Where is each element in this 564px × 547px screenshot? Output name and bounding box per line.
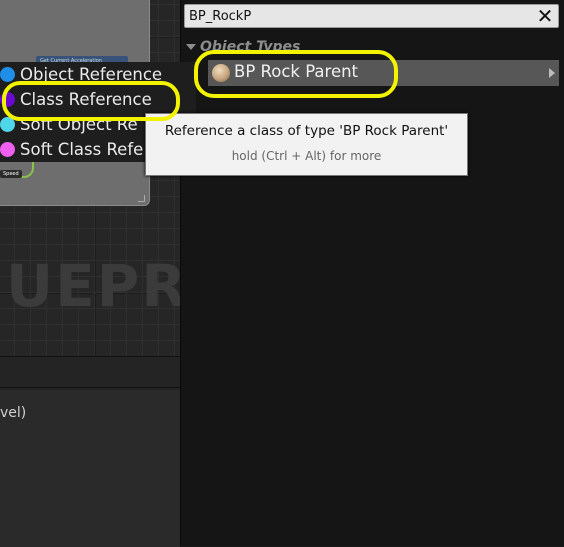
chevron-right-icon[interactable]	[549, 68, 555, 78]
close-icon[interactable]: ✕	[535, 5, 555, 27]
tooltip: Reference a class of type 'BP Rock Paren…	[145, 113, 468, 176]
resize-handle-icon[interactable]	[138, 195, 145, 202]
category-header[interactable]: Object Types	[186, 39, 300, 55]
details-text: vel)	[0, 405, 27, 421]
tooltip-main-text: Reference a class of type 'BP Rock Paren…	[164, 123, 449, 139]
search-field[interactable]: ✕	[184, 4, 559, 28]
details-panel: vel)	[0, 356, 180, 547]
result-item-bp-rock-parent[interactable]: BP Rock Parent	[208, 60, 559, 86]
type-item-object-reference[interactable]: Object Reference	[0, 62, 196, 87]
blueprint-class-icon	[212, 64, 230, 82]
type-item-label: Object Reference	[20, 65, 163, 84]
panel-divider	[0, 387, 180, 388]
type-item-label: Soft Object Re	[20, 115, 138, 134]
pin-dot-icon	[0, 117, 15, 132]
speed-pin-label[interactable]: Speed	[0, 170, 22, 178]
details-panel-body	[0, 390, 180, 547]
chevron-down-icon[interactable]	[186, 44, 196, 50]
pin-dot-icon	[0, 67, 15, 82]
pin-dot-icon	[0, 142, 15, 157]
pin-dot-icon	[0, 92, 15, 107]
blueprint-watermark: UEPR	[6, 252, 180, 320]
tooltip-hint-text: hold (Ctrl + Alt) for more	[231, 149, 382, 163]
category-label: Object Types	[200, 39, 301, 55]
result-item-label: BP Rock Parent	[234, 62, 359, 81]
type-item-class-reference[interactable]: Class Reference	[0, 87, 196, 112]
type-item-label: Soft Class Refe	[20, 140, 144, 159]
search-input[interactable]	[189, 7, 519, 25]
blueprint-graph[interactable]: Get Current Acceleration Speed UEPR	[0, 0, 180, 356]
type-item-label: Class Reference	[20, 90, 152, 109]
